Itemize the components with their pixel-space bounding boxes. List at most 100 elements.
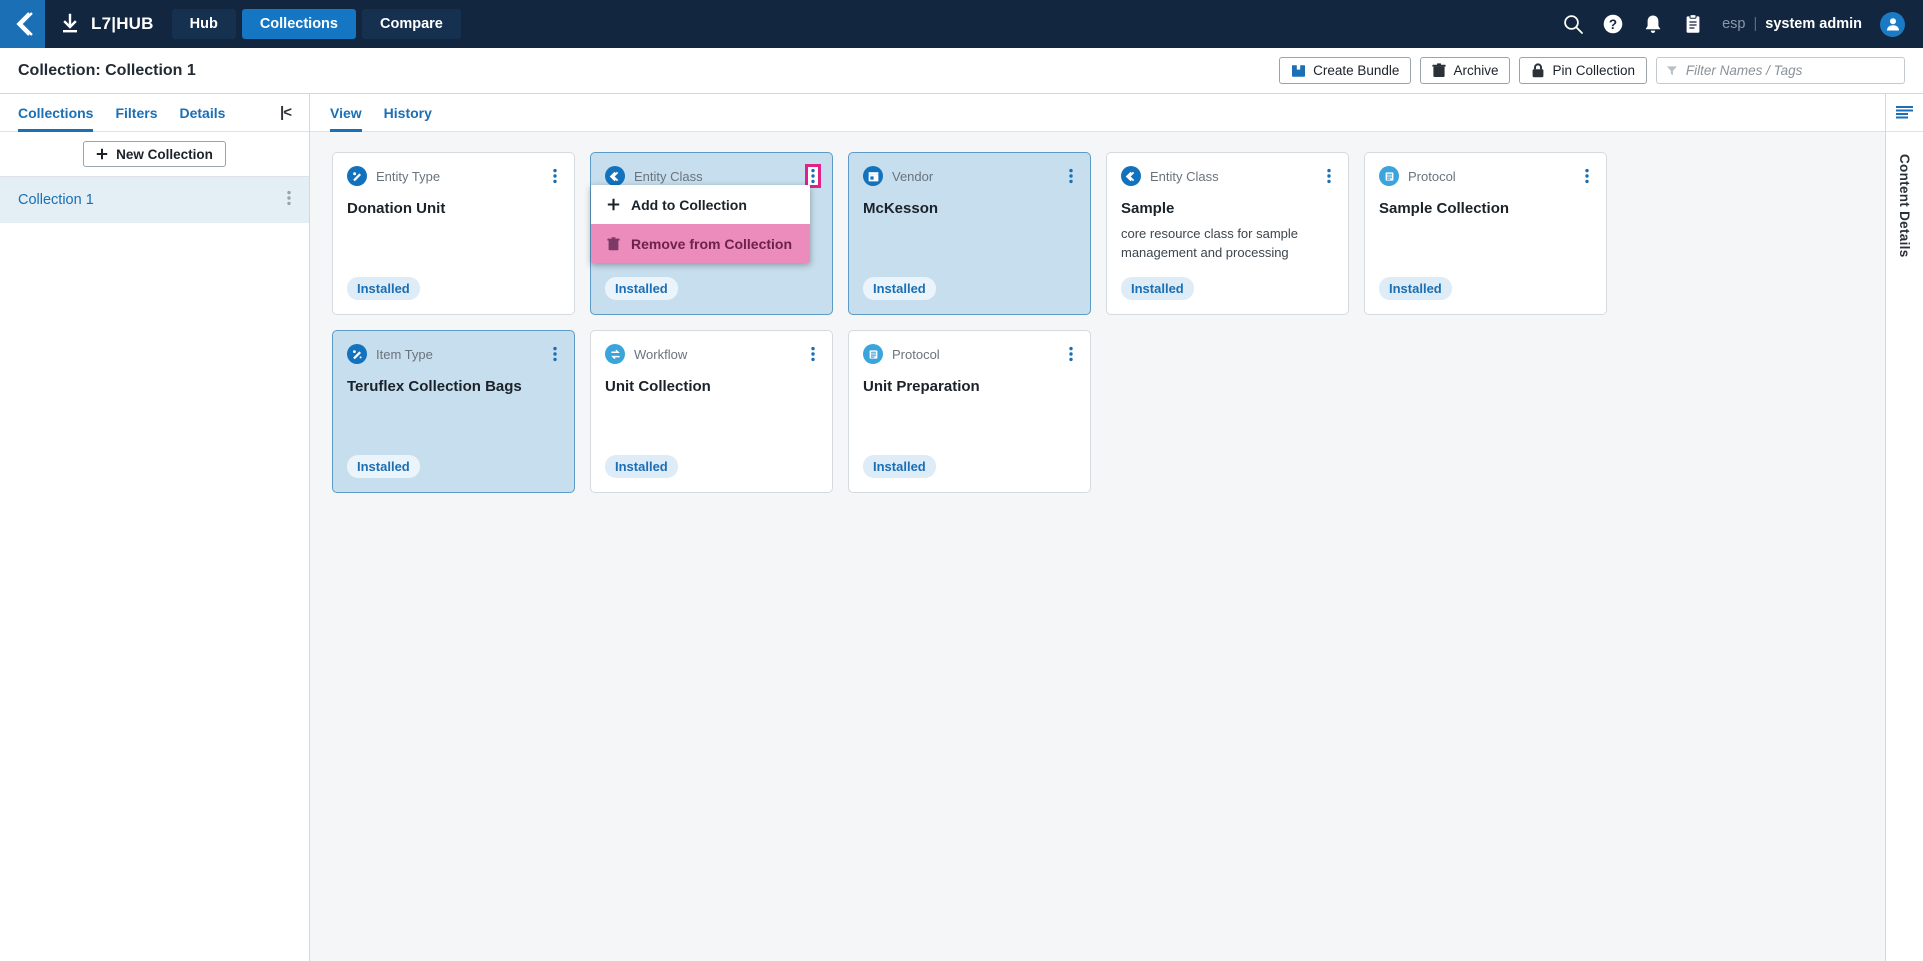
card-kebab-menu-icon[interactable] xyxy=(1066,345,1076,363)
sidebar-tab-filters[interactable]: Filters xyxy=(115,94,157,132)
menu-item-label: Add to Collection xyxy=(631,196,747,213)
content-card[interactable]: Entity Class Installed Add to Collection… xyxy=(590,152,833,315)
nav-tab-compare[interactable]: Compare xyxy=(361,9,461,39)
card-title: McKesson xyxy=(863,200,939,217)
main-tab-bar: View History xyxy=(310,94,1885,132)
card-type-label: Entity Type xyxy=(376,168,441,184)
sidebar-item-collection-1[interactable]: Collection 1 xyxy=(0,177,309,223)
card-kebab-menu-icon[interactable] xyxy=(550,167,560,185)
new-collection-button[interactable]: New Collection xyxy=(83,141,226,167)
create-bundle-button[interactable]: Create Bundle xyxy=(1279,57,1412,84)
content-card[interactable]: Entity Type Donation Unit Installed xyxy=(332,152,575,315)
avatar[interactable] xyxy=(1880,11,1905,37)
notifications-icon[interactable] xyxy=(1642,13,1664,35)
content-card[interactable]: Item Type Teruflex Collection Bags Insta… xyxy=(332,330,575,493)
left-sidebar: Collections Filters Details |< New Colle… xyxy=(0,94,310,961)
plus-icon xyxy=(96,148,108,160)
card-kebab-menu-icon[interactable] xyxy=(1324,167,1334,185)
card-title: Donation Unit xyxy=(347,200,446,217)
bundle-icon xyxy=(1292,64,1306,77)
user-icon xyxy=(1886,18,1899,31)
sidebar-tab-collections[interactable]: Collections xyxy=(18,94,94,132)
create-bundle-label: Create Bundle xyxy=(1313,63,1400,78)
card-kebab-menu-icon[interactable] xyxy=(550,345,560,363)
card-header: Entity Class xyxy=(1121,166,1334,186)
card-header: Protocol xyxy=(863,344,1076,364)
sidebar-tab-details[interactable]: Details xyxy=(179,94,225,132)
help-icon[interactable]: ? xyxy=(1602,13,1624,35)
content-details-toggle-button[interactable] xyxy=(1886,94,1923,132)
primary-nav-tabs: Hub Collections Compare xyxy=(171,9,461,39)
menu-item-add-to-collection[interactable]: Add to Collection xyxy=(591,185,810,224)
card-type-label: Protocol xyxy=(892,346,940,362)
top-navigation-bar: L7|HUB Hub Collections Compare ? esp | s… xyxy=(0,0,1923,48)
collapse-sidebar-button[interactable]: |< xyxy=(280,104,292,121)
card-title: Unit Collection xyxy=(605,378,711,395)
pin-collection-button[interactable]: Pin Collection xyxy=(1519,57,1647,84)
entity-class-icon xyxy=(1121,166,1141,186)
content-card[interactable]: Protocol Sample Collection Installed xyxy=(1364,152,1607,315)
card-header: Entity Class xyxy=(605,164,821,188)
tab-view[interactable]: View xyxy=(330,94,362,132)
right-rail: Content Details xyxy=(1885,94,1923,961)
filter-names-tags-box[interactable] xyxy=(1656,57,1905,84)
status-badge: Installed xyxy=(863,455,936,478)
protocol-icon xyxy=(1379,166,1399,186)
sidebar-tab-bar: Collections Filters Details |< xyxy=(0,94,309,132)
card-title: Teruflex Collection Bags xyxy=(347,378,522,395)
card-header: Vendor xyxy=(863,166,1076,186)
plus-icon xyxy=(607,198,620,211)
content-card[interactable]: Vendor McKesson Installed xyxy=(848,152,1091,315)
nav-tab-collections[interactable]: Collections xyxy=(241,9,356,39)
filter-icon xyxy=(1666,66,1677,76)
card-type-label: Vendor xyxy=(892,168,934,184)
content-details-label[interactable]: Content Details xyxy=(1897,154,1912,258)
card-type-label: Entity Class xyxy=(634,168,703,184)
search-input[interactable] xyxy=(1685,63,1895,78)
chevron-left-icon xyxy=(15,12,33,36)
card-kebab-menu-icon[interactable] xyxy=(1066,167,1076,185)
content-card[interactable]: Entity Class Sample core resource class … xyxy=(1106,152,1349,315)
page-title: Collection: Collection 1 xyxy=(18,61,196,79)
entity-type-icon xyxy=(347,166,367,186)
card-type-label: Protocol xyxy=(1408,168,1456,184)
content-card[interactable]: Workflow Unit Collection Installed xyxy=(590,330,833,493)
menu-item-remove-from-collection[interactable]: Remove from Collection xyxy=(591,224,810,263)
lock-icon xyxy=(1533,63,1544,78)
brand-group: L7|HUB xyxy=(59,13,154,35)
card-title: Sample xyxy=(1121,200,1175,217)
svg-text:?: ? xyxy=(1609,17,1617,32)
card-type-label: Entity Class xyxy=(1150,168,1219,184)
collection-kebab-menu-icon[interactable] xyxy=(287,190,291,211)
search-icon[interactable] xyxy=(1562,13,1584,35)
protocol-icon xyxy=(863,344,883,364)
status-badge: Installed xyxy=(347,277,420,300)
status-badge: Installed xyxy=(1121,277,1194,300)
back-button[interactable] xyxy=(0,0,45,48)
archive-label: Archive xyxy=(1453,63,1499,78)
card-kebab-menu-icon[interactable] xyxy=(808,345,818,363)
status-badge: Installed xyxy=(605,455,678,478)
trash-icon xyxy=(1432,63,1447,77)
archive-button[interactable]: Archive xyxy=(1420,57,1511,84)
nav-tab-hub[interactable]: Hub xyxy=(171,9,236,39)
menu-item-label: Remove from Collection xyxy=(631,235,793,252)
status-badge: Installed xyxy=(605,277,678,300)
tab-history[interactable]: History xyxy=(384,94,432,132)
card-header: Workflow xyxy=(605,344,818,364)
nav-separator: | xyxy=(1753,16,1758,32)
entity-class-icon xyxy=(605,166,625,186)
list-lines-icon xyxy=(1896,106,1913,119)
card-header: Protocol xyxy=(1379,166,1592,186)
clipboard-icon[interactable] xyxy=(1682,13,1704,35)
card-kebab-menu-icon[interactable] xyxy=(805,164,821,188)
vendor-icon xyxy=(863,166,883,186)
card-kebab-menu-icon[interactable] xyxy=(1582,167,1592,185)
content-card[interactable]: Protocol Unit Preparation Installed xyxy=(848,330,1091,493)
card-header: Item Type xyxy=(347,344,560,364)
sub-header: Collection: Collection 1 Create Bundle A… xyxy=(0,48,1923,94)
item-type-icon xyxy=(347,344,367,364)
pin-collection-label: Pin Collection xyxy=(1552,63,1635,78)
status-badge: Installed xyxy=(863,277,936,300)
new-collection-label: New Collection xyxy=(116,146,213,162)
